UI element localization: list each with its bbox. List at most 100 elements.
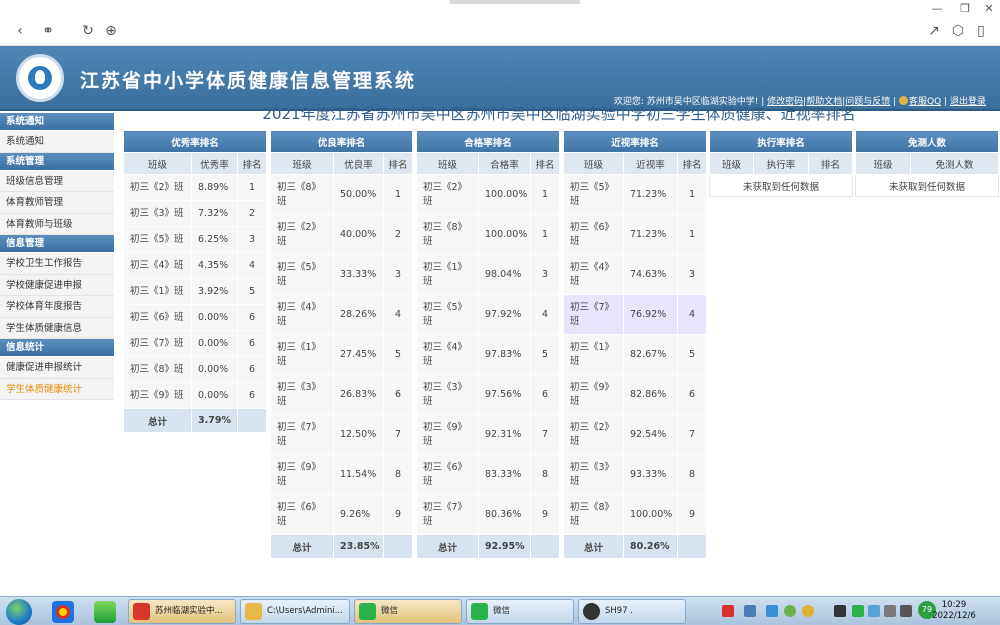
column-header: 优良率: [333, 152, 384, 175]
table-row: 初三《5》班 33.33% 3: [270, 254, 413, 295]
link-icon[interactable]: ⚭: [40, 23, 56, 39]
table-row: 初三《7》班 12.50% 7: [270, 414, 413, 455]
rank-cell: 7: [677, 414, 707, 455]
task-wechat-2[interactable]: 微信: [466, 599, 574, 624]
rate-cell: 83.33%: [478, 454, 531, 495]
excellent-rate-table: 优秀率排名 班级 优秀率 排名 初三《2》班 8.89% 1 初三《3》班 7.32% 2…: [123, 130, 267, 433]
class-cell: 初三《4》班: [123, 252, 192, 279]
total-value: 3.79%: [191, 408, 238, 433]
network-icon[interactable]: [884, 605, 896, 617]
start-button[interactable]: [6, 599, 32, 625]
sidebar-section-info[interactable]: 信息管理: [0, 235, 114, 253]
total-label: 总计: [123, 408, 192, 433]
table-row: 初三《8》班 50.00% 1: [270, 174, 413, 215]
task-label: C:\Users\Admini...: [267, 606, 343, 616]
cloud-icon[interactable]: [766, 605, 778, 617]
back-icon[interactable]: ‹: [12, 23, 28, 39]
table-row: 初三《8》班 100.00% 1: [416, 214, 560, 255]
security-icon[interactable]: [784, 605, 796, 617]
column-header: 班级: [123, 152, 192, 175]
sidebar-item-pe-teachers[interactable]: 体育教师管理: [0, 192, 114, 214]
column-header: 排名: [808, 152, 853, 175]
minimize-icon[interactable]: —: [930, 3, 944, 15]
table-row: 初三《1》班 3.92% 5: [123, 278, 267, 305]
class-cell: 初三《8》班: [270, 174, 334, 215]
class-cell: 初三《3》班: [563, 454, 624, 495]
close-icon[interactable]: ✕: [982, 3, 996, 15]
volume-icon[interactable]: [900, 605, 912, 617]
rate-cell: 4.35%: [191, 252, 238, 279]
window-drag-strip[interactable]: [450, 0, 580, 4]
sidebar-item-student-health-info[interactable]: 学生体质健康信息: [0, 317, 114, 339]
rate-cell: 8.89%: [191, 174, 238, 201]
table-row: 初三《6》班 71.23% 1: [563, 214, 707, 255]
wechat-tray-icon[interactable]: [852, 605, 864, 617]
table-row: 初三《3》班 26.83% 6: [270, 374, 413, 415]
display-icon[interactable]: [868, 605, 880, 617]
task-sh97[interactable]: SH97 .: [578, 599, 686, 624]
rate-cell: 33.33%: [333, 254, 384, 295]
total-row: 总计 80.26%: [563, 534, 707, 559]
rate-cell: 97.92%: [478, 294, 531, 335]
sidebar-item-hygiene-report[interactable]: 学校卫生工作报告: [0, 253, 114, 275]
chrome-icon[interactable]: [52, 601, 74, 623]
rate-cell: 92.54%: [623, 414, 678, 455]
sidebar-section-system[interactable]: 系统管理: [0, 152, 114, 171]
table-row: 初三《7》班 80.36% 9: [416, 494, 560, 535]
table-row: 初三《2》班 92.54% 7: [563, 414, 707, 455]
rank-cell: 8: [677, 454, 707, 495]
clock-time: 10:29: [941, 600, 967, 610]
globe-icon[interactable]: ⊕: [103, 23, 119, 39]
system-clock[interactable]: 10:29 2022/12/6: [924, 600, 984, 622]
class-cell: 初三《3》班: [123, 200, 192, 227]
input-method-icon[interactable]: [722, 605, 734, 617]
table-row: 初三《3》班 7.32% 2: [123, 200, 267, 227]
class-cell: 初三《7》班: [270, 414, 334, 455]
page-settings-icon[interactable]: ▯: [973, 23, 989, 39]
rank-cell: 4: [237, 252, 267, 279]
rank-cell: 3: [677, 254, 707, 295]
rate-cell: 27.45%: [333, 334, 384, 375]
restore-icon[interactable]: ❐: [958, 3, 972, 15]
rate-cell: 40.00%: [333, 214, 384, 255]
sidebar-item-health-promotion[interactable]: 学校健康促进申报: [0, 274, 114, 296]
cube-icon[interactable]: ⬡: [950, 23, 966, 39]
taskbar: 苏州临湖实验中... C:\Users\Admini... 微信 微信 SH97…: [0, 596, 1000, 625]
sidebar-item-class-info[interactable]: 班级信息管理: [0, 170, 114, 192]
rank-cell: 5: [530, 334, 560, 375]
sidebar-item-teacher-class[interactable]: 体育教师与班级: [0, 213, 114, 235]
rate-cell: 82.67%: [623, 334, 678, 375]
sidebar-item-student-health-stats[interactable]: 学生体质健康统计: [0, 378, 114, 400]
task-browser[interactable]: 苏州临湖实验中...: [128, 599, 236, 624]
class-cell: 初三《6》班: [270, 494, 334, 535]
tray-app-icon[interactable]: [802, 605, 814, 617]
class-cell: 初三《7》班: [123, 330, 192, 357]
rank-cell: 1: [237, 174, 267, 201]
class-cell: 初三《1》班: [123, 278, 192, 305]
media-player-icon[interactable]: [94, 601, 116, 623]
class-cell: 初三《8》班: [416, 214, 479, 255]
task-explorer[interactable]: C:\Users\Admini...: [240, 599, 350, 624]
rate-cell: 82.86%: [623, 374, 678, 415]
task-wechat-1[interactable]: 微信: [354, 599, 462, 624]
refresh-icon[interactable]: ↻: [80, 23, 96, 39]
table-row: 初三《5》班 97.92% 4: [416, 294, 560, 335]
rank-cell: 3: [383, 254, 413, 295]
share-icon[interactable]: ↗: [926, 23, 942, 39]
total-label: 总计: [416, 534, 479, 559]
rate-cell: 97.56%: [478, 374, 531, 415]
table-title: 合格率排名: [416, 130, 560, 153]
tray-tool-icon[interactable]: [834, 605, 846, 617]
rank-cell: 5: [677, 334, 707, 375]
wifi-icon[interactable]: [744, 605, 756, 617]
app-logo-icon: [16, 54, 64, 102]
sidebar-section-notice[interactable]: 系统通知: [0, 113, 114, 131]
sidebar-item-pe-annual-report[interactable]: 学校体育年度报告: [0, 296, 114, 318]
rank-cell: 1: [677, 214, 707, 255]
total-value: 80.26%: [623, 534, 678, 559]
total-blank: [237, 408, 267, 433]
sidebar-section-stats[interactable]: 信息统计: [0, 339, 114, 357]
sidebar-item-promotion-stats[interactable]: 健康促进申报统计: [0, 357, 114, 379]
sidebar: 系统通知 系统通知 系统管理 班级信息管理 体育教师管理 体育教师与班级 信息管…: [0, 113, 114, 400]
sidebar-item-system-notice[interactable]: 系统通知: [0, 131, 114, 153]
